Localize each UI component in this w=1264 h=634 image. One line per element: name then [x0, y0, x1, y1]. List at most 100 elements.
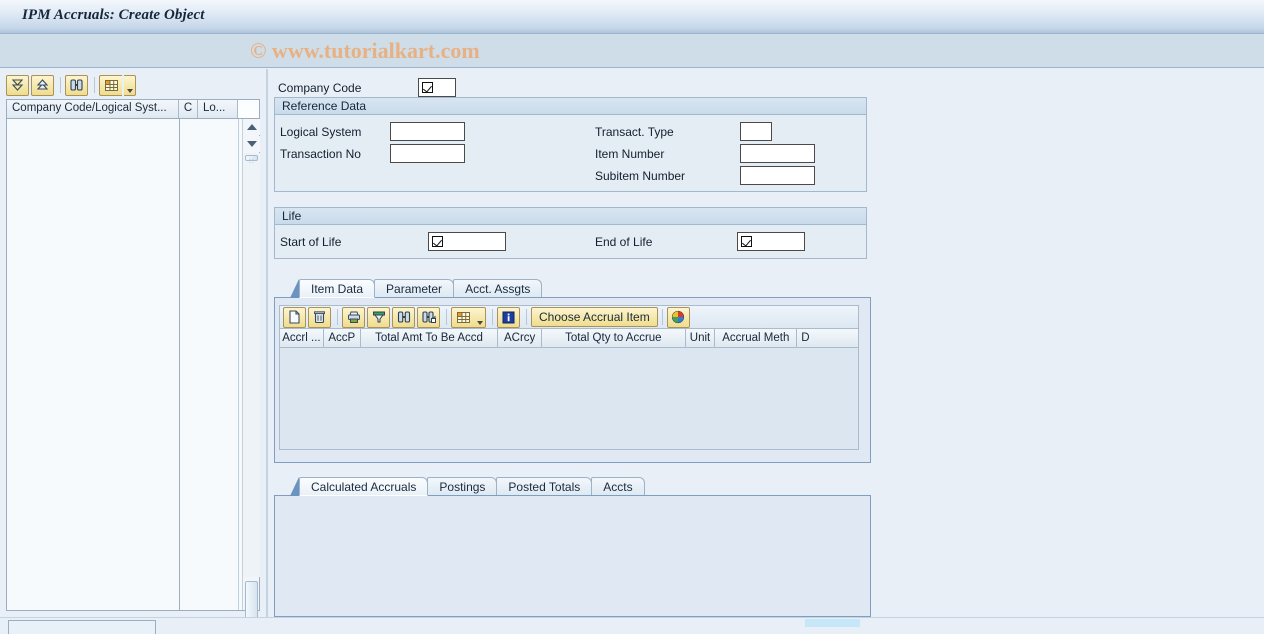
toolbar-separator — [661, 309, 663, 325]
column-header-spacer — [238, 100, 259, 118]
left-navigation-panel: Company Code/Logical Syst... C Lo... :: — [0, 69, 266, 621]
tab-item-data-label: Item Data — [311, 281, 364, 296]
scroll-up-button[interactable] — [243, 119, 260, 135]
active-tab-accent — [290, 279, 299, 298]
lower-tabstrip: Calculated Accruals Postings Posted Tota… — [290, 476, 645, 496]
find-next-icon[interactable] — [417, 306, 440, 328]
item-data-header-row: Accrl ... AccP Total Amt To Be Accd ACrc… — [279, 329, 859, 348]
start-of-life-row: Start of Life — [280, 232, 506, 251]
transaction-no-input[interactable] — [390, 144, 465, 163]
layout-icon[interactable] — [99, 74, 122, 96]
tab-parameter[interactable]: Parameter — [374, 279, 455, 298]
subitem-number-row: Subitem Number — [595, 166, 815, 185]
choose-accrual-item-label: Choose Accrual Item — [539, 310, 650, 324]
expand-all-icon[interactable] — [6, 74, 29, 96]
left-panel-toolbar — [6, 73, 136, 97]
sap-gui-window: IPM Accruals: Create Object © www.tutori… — [0, 0, 1264, 634]
end-of-life-row: End of Life — [595, 232, 805, 251]
transact-type-input[interactable] — [740, 122, 772, 141]
start-of-life-input[interactable] — [428, 232, 506, 251]
checkbox-glyph-icon — [741, 236, 752, 247]
start-of-life-label: Start of Life — [280, 234, 342, 249]
status-bar — [0, 617, 1264, 634]
life-title: Life — [275, 208, 866, 225]
tab-parameter-label: Parameter — [386, 282, 443, 296]
new-entry-icon[interactable] — [283, 306, 306, 328]
reference-data-title: Reference Data — [275, 98, 866, 115]
end-of-life-input[interactable] — [737, 232, 805, 251]
column-header-accp[interactable]: AccP — [323, 329, 361, 347]
watermark-text: © www.tutorialkart.com — [250, 38, 480, 63]
toolbar-separator — [446, 309, 447, 325]
toolbar-separator — [60, 77, 61, 93]
status-highlight — [805, 619, 860, 627]
reference-data-body: Logical System Transaction No Transact. … — [275, 115, 866, 192]
logical-system-input[interactable] — [390, 122, 465, 141]
tab-acct-assgts[interactable]: Acct. Assgts — [453, 279, 543, 298]
column-header-total-qty[interactable]: Total Qty to Accrue — [542, 329, 686, 347]
layout-dropdown-icon[interactable] — [124, 74, 136, 96]
item-data-tabpanel: Choose Accrual Item Accrl ... AccP Total… — [274, 297, 871, 463]
status-message-field[interactable] — [8, 620, 156, 634]
item-number-label: Item Number — [595, 146, 665, 161]
column-header-lo[interactable]: Lo... — [198, 100, 238, 118]
tab-postings-label: Postings — [439, 480, 486, 494]
tab-postings[interactable]: Postings — [427, 477, 498, 496]
item-data-toolbar: Choose Accrual Item — [279, 305, 859, 329]
company-code-input[interactable] — [418, 78, 456, 97]
list-body: :: — [7, 119, 260, 621]
life-body: Start of Life End of Life — [275, 225, 866, 259]
scroll-track[interactable]: :: — [243, 153, 260, 577]
column-header-company-code[interactable]: Company Code/Logical Syst... — [7, 100, 179, 118]
transaction-no-label: Transaction No — [280, 146, 361, 161]
window-title-bar: IPM Accruals: Create Object — [0, 0, 1264, 34]
scroll-down-button[interactable] — [243, 136, 260, 152]
scroll-thumb[interactable]: :: — [245, 155, 258, 165]
tab-accts-label: Accts — [603, 480, 633, 494]
collapse-all-icon[interactable] — [31, 74, 54, 96]
tab-posted-totals[interactable]: Posted Totals — [496, 477, 593, 496]
subitem-number-input[interactable] — [740, 166, 815, 185]
filter-icon[interactable] — [367, 306, 390, 328]
tab-item-data[interactable]: Item Data — [299, 279, 376, 298]
item-number-row: Item Number — [595, 144, 815, 163]
subitem-number-label: Subitem Number — [595, 168, 686, 183]
column-header-accrl[interactable]: Accrl ... — [280, 329, 324, 347]
company-code-list-grid[interactable]: Company Code/Logical Syst... C Lo... :: — [6, 99, 260, 621]
color-palette-icon[interactable] — [666, 306, 690, 328]
find-icon[interactable] — [392, 306, 415, 328]
choose-accrual-item-button[interactable]: Choose Accrual Item — [531, 307, 658, 327]
item-data-grid-body[interactable] — [279, 348, 859, 450]
detail-panel: Company Code Reference Data Logical Syst… — [270, 69, 1264, 617]
company-code-field-row: Company Code — [278, 78, 456, 97]
scroll-thumb-bottom[interactable] — [245, 581, 258, 621]
tab-calculated-accruals-label: Calculated Accruals — [311, 479, 417, 494]
layout-dropdown-icon[interactable] — [474, 306, 486, 328]
checkbox-glyph-icon — [422, 82, 433, 93]
workspace: Company Code/Logical Syst... C Lo... :: — [0, 69, 1264, 621]
info-icon[interactable] — [497, 306, 520, 328]
calculated-accruals-tabpanel[interactable] — [274, 495, 871, 617]
logical-system-row: Logical System — [280, 122, 465, 141]
delete-icon[interactable] — [308, 306, 331, 328]
print-icon[interactable] — [342, 306, 365, 328]
column-header-accrual-meth[interactable]: Accrual Meth — [715, 329, 798, 347]
tab-posted-totals-label: Posted Totals — [508, 480, 581, 494]
active-tab-accent — [290, 477, 299, 496]
column-header-unit[interactable]: Unit — [685, 329, 716, 347]
column-separator — [179, 119, 180, 610]
list-vertical-scrollbar[interactable]: :: — [242, 119, 260, 621]
column-header-total-amt[interactable]: Total Amt To Be Accd — [360, 329, 499, 347]
tab-calculated-accruals[interactable]: Calculated Accruals — [299, 477, 429, 496]
toolbar-separator — [94, 77, 95, 93]
find-icon[interactable] — [65, 74, 88, 96]
column-header-d[interactable]: D — [797, 329, 858, 347]
column-header-c[interactable]: C — [179, 100, 198, 118]
tab-accts[interactable]: Accts — [591, 477, 645, 496]
item-number-input[interactable] — [740, 144, 815, 163]
toolbar-separator — [526, 309, 527, 325]
scroll-thumb-grip: :: — [249, 158, 255, 165]
transaction-no-row: Transaction No — [280, 144, 465, 163]
layout-icon[interactable] — [451, 306, 474, 328]
column-header-acrcy[interactable]: ACrcy — [498, 329, 543, 347]
